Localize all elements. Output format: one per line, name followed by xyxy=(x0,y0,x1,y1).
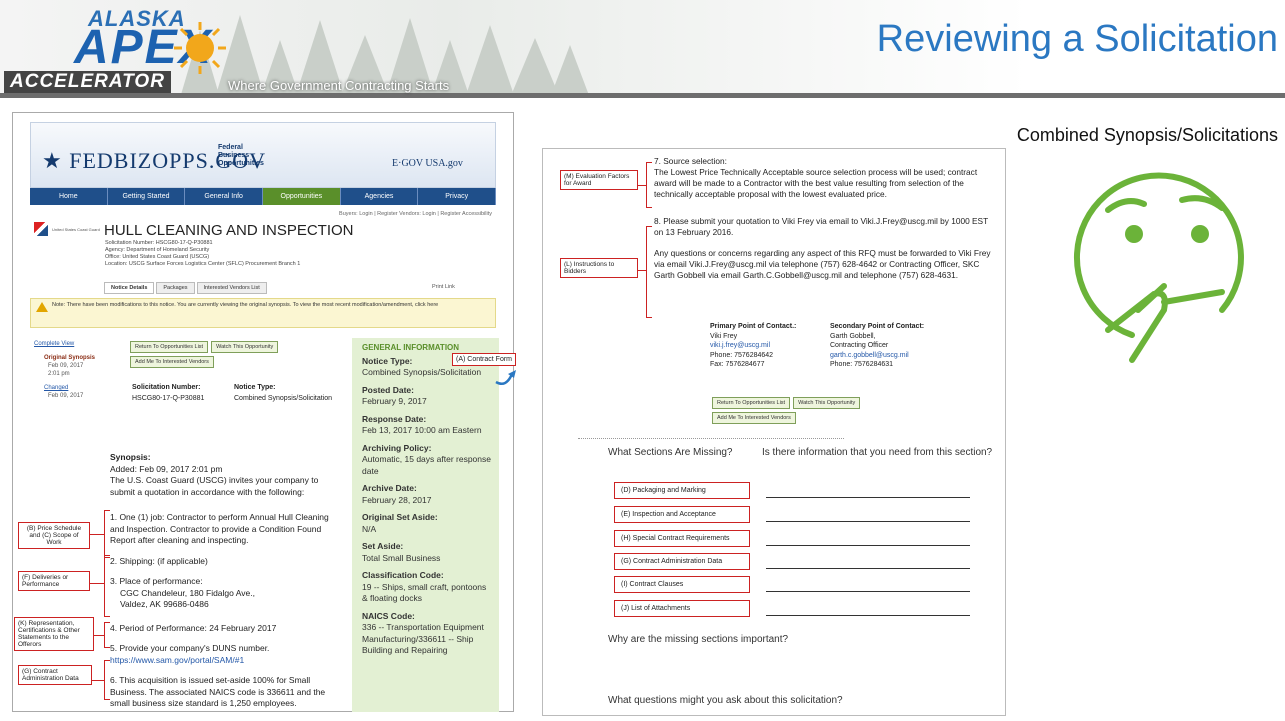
watch-opportunity-button[interactable]: Watch This Opportunity xyxy=(211,341,279,353)
primary-contact: Primary Point of Contact.: Viki Frey vik… xyxy=(710,323,797,368)
bracket-contract-admin xyxy=(104,660,110,700)
bracket-evaluation xyxy=(646,162,652,208)
label-representation: (K) Representation, Certifications & Oth… xyxy=(14,617,94,651)
notice-title: HULL CLEANING AND INSPECTION xyxy=(104,222,354,239)
bracket-instructions xyxy=(646,226,652,318)
fbo-nav: Home Getting Started General Info Opport… xyxy=(30,188,497,205)
nav-opportunities[interactable]: Opportunities xyxy=(263,188,341,205)
modification-note: Note: There have been modifications to t… xyxy=(52,302,439,308)
label-price-schedule: (B) Price Schedule and (C) Scope of Work xyxy=(18,522,90,549)
nav-privacy[interactable]: Privacy xyxy=(418,188,497,205)
primary-email-link[interactable]: viki.j.frey@uscg.mil xyxy=(710,342,770,349)
fbo-federal: Federal Business Opportunities xyxy=(218,144,264,167)
curved-arrow-icon xyxy=(495,370,516,385)
tab-interested-vendors[interactable]: Interested Vendors List xyxy=(196,282,267,294)
uscg-flag-icon xyxy=(34,222,48,236)
bracket-price xyxy=(104,510,110,558)
thinking-face-icon xyxy=(1074,172,1244,363)
answer-line xyxy=(766,521,970,522)
egov-logo: E·GOV USA.gov xyxy=(392,158,463,169)
notice-meta: Solicitation Number: HSCG80-17-Q-P30881 A… xyxy=(105,240,301,267)
section-j: (J) List of Attachments xyxy=(614,600,750,617)
answer-line xyxy=(766,615,970,616)
question-what: What questions might you ask about this … xyxy=(608,695,843,706)
label-evaluation: (M) Evaluation Factors for Award xyxy=(560,170,638,190)
secondary-email-link[interactable]: garth.c.gobbell@uscg.mil xyxy=(830,352,909,359)
section-e: (E) Inspection and Acceptance xyxy=(614,506,750,523)
label-deliveries: (F) Deliveries or Performance xyxy=(18,571,90,591)
notice-type: Notice Type: Combined Synopsis/Solicitati… xyxy=(234,384,333,402)
bracket-deliveries xyxy=(104,555,110,617)
history-nav: Complete View Original Synopsis Feb 09, … xyxy=(34,340,124,400)
slide-subtitle: Combined Synopsis/Solicitations xyxy=(1016,125,1278,145)
synopsis-body: Synopsis: Added: Feb 09, 2017 2:01 pm Th… xyxy=(110,452,329,708)
solicitation-text: 7. Source selection: The Lowest Price Te… xyxy=(654,156,991,280)
slide-title: Reviewing a Solicitation xyxy=(876,18,1278,60)
nav-getting-started[interactable]: Getting Started xyxy=(108,188,186,205)
question-need: Is there information that you need from … xyxy=(762,447,993,458)
label-contract-form: (A) Contract Form xyxy=(452,353,517,366)
buyers-vendors-links[interactable]: Buyers: Login | Register Vendors: Login … xyxy=(282,211,492,217)
print-link[interactable]: Print Link xyxy=(432,284,455,290)
sam-link[interactable]: https://www.sam.gov/portal/SAM/#1 xyxy=(110,655,244,665)
doc-return-list-button[interactable]: Return To Opportunities List xyxy=(712,397,791,409)
logo-accelerator: ACCELERATOR xyxy=(4,71,171,93)
answer-line xyxy=(766,568,970,569)
changed-link[interactable]: Changed xyxy=(44,384,124,392)
notice-actions: Return To Opportunities List Watch This … xyxy=(130,341,340,368)
question-missing: What Sections Are Missing? xyxy=(608,447,733,458)
tab-notice-details[interactable]: Notice Details xyxy=(104,282,155,294)
question-why: Why are the missing sections important? xyxy=(608,634,789,645)
notice-tabs: Notice Details Packages Interested Vendo… xyxy=(104,282,267,294)
nav-general-info[interactable]: General Info xyxy=(185,188,264,205)
solicitation-number: Solicitation Number: HSCG80-17-Q-P30881 xyxy=(132,384,205,402)
warning-icon xyxy=(36,302,48,312)
answer-line xyxy=(766,497,970,498)
section-g: (G) Contract Administration Data xyxy=(614,553,750,570)
section-i: (I) Contract Clauses xyxy=(614,576,750,593)
secondary-contact: Secondary Point of Contact: Garth Gobbel… xyxy=(830,323,925,368)
divider xyxy=(578,438,844,439)
return-list-button[interactable]: Return To Opportunities List xyxy=(130,341,209,353)
section-d: (D) Packaging and Marking xyxy=(614,482,750,499)
doc-actions: Return To Opportunities List Watch This … xyxy=(712,397,912,424)
section-h: (H) Special Contract Requirements xyxy=(614,530,750,547)
sun-icon xyxy=(174,22,226,74)
original-synopsis-link[interactable]: Original Synopsis xyxy=(44,354,124,362)
label-instructions: (L) Instructions to Bidders xyxy=(560,258,638,278)
doc-add-interested-button[interactable]: Add Me To Interested Vendors xyxy=(712,412,796,424)
add-interested-button[interactable]: Add Me To Interested Vendors xyxy=(130,356,214,368)
doc-watch-button[interactable]: Watch This Opportunity xyxy=(793,397,861,409)
agency-logo: United States Coast Guard xyxy=(52,227,100,232)
answer-line xyxy=(766,591,970,592)
nav-agencies[interactable]: Agencies xyxy=(341,188,419,205)
label-contract-admin: (G) Contract Administration Data xyxy=(18,665,92,685)
nav-home[interactable]: Home xyxy=(30,188,108,205)
answer-line xyxy=(766,545,970,546)
general-information: GENERAL INFORMATION Notice Type: Combined… xyxy=(362,343,491,655)
complete-view-link[interactable]: Complete View xyxy=(34,340,124,348)
bracket-representation xyxy=(104,622,110,648)
tagline: Where Government Contracting Starts xyxy=(228,78,450,93)
tab-packages[interactable]: Packages xyxy=(156,282,195,294)
